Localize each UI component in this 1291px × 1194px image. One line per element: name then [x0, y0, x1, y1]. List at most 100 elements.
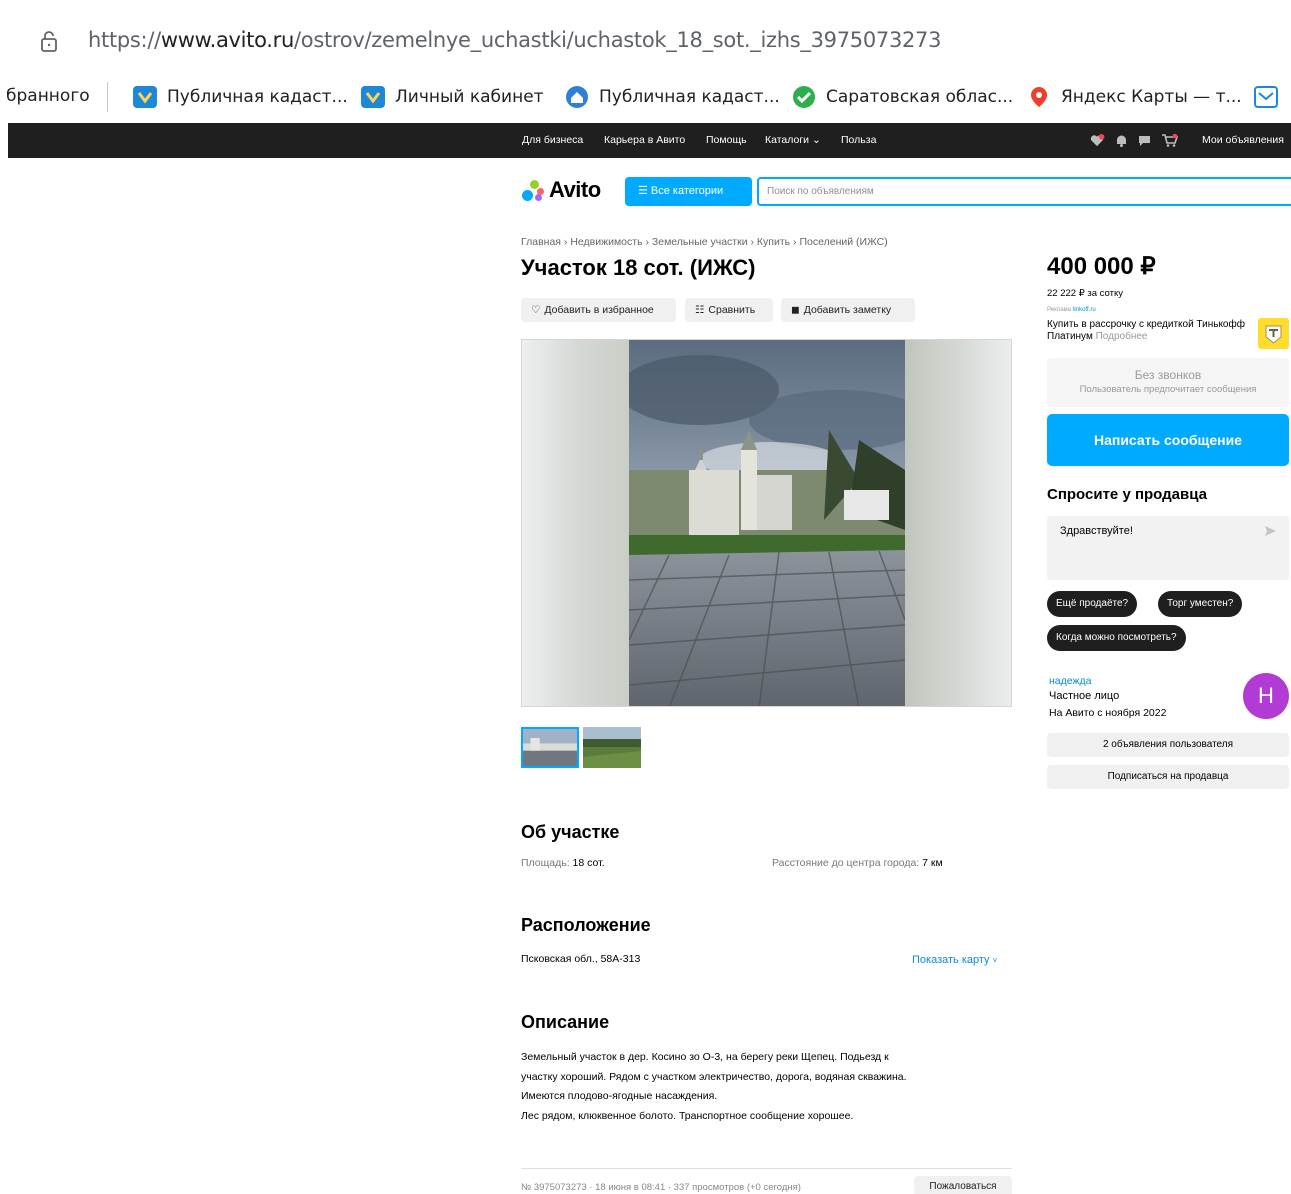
write-message-button[interactable]: Написать сообщение: [1047, 414, 1289, 466]
seller-ads-button[interactable]: 2 объявления пользователя: [1047, 733, 1289, 757]
bookmark-label: бранного: [6, 86, 90, 106]
add-note-button[interactable]: ◼ Добавить заметку: [781, 298, 915, 322]
seller-since: На Авито с ноября 2022: [1049, 707, 1167, 719]
bookmark-label: Публичная кадаст...: [167, 87, 348, 107]
bookmark-item[interactable]: Публичная кадаст...: [133, 86, 348, 108]
chat-icon[interactable]: [1138, 134, 1151, 147]
search-input[interactable]: Поиск по объявлениям: [757, 177, 1291, 206]
breadcrumb-item[interactable]: Главная: [521, 236, 561, 248]
topbar-link-catalogs[interactable]: Каталоги ⌄: [765, 134, 821, 146]
quick-question-chip[interactable]: Ещё продаёте?: [1047, 591, 1138, 617]
check-circle-icon: [793, 86, 815, 108]
kadastr-icon: [361, 86, 385, 108]
topbar-catalogs-label: Каталоги: [765, 134, 810, 146]
seller-type: Частное лицо: [1049, 690, 1120, 702]
compare-button[interactable]: ☷ Сравнить: [685, 298, 773, 322]
cart-icon[interactable]: [1162, 134, 1178, 147]
avito-logo[interactable]: Avito: [521, 177, 601, 203]
complain-button[interactable]: Пожаловаться: [914, 1176, 1012, 1194]
globe-home-icon: [566, 86, 588, 108]
ad-text[interactable]: Купить в рассрочку с кредиткой Тинькофф …: [1047, 319, 1247, 343]
tinkoff-logo-icon[interactable]: [1258, 318, 1289, 349]
ad-more-link[interactable]: Подробнее: [1096, 331, 1148, 342]
bookmark-item[interactable]: бранного: [6, 86, 90, 106]
no-calls-subtitle: Пользователь предпочитает сообщения: [1079, 384, 1257, 395]
topbar-link-help[interactable]: Помощь: [706, 134, 747, 146]
bookmark-item[interactable]: Саратовская облас...: [792, 86, 1013, 108]
send-icon[interactable]: [1263, 524, 1277, 538]
mail-icon[interactable]: [1254, 86, 1278, 108]
param-distance: Расстояние до центра города: 7 км: [772, 857, 943, 869]
quick-question-chip[interactable]: Торг уместен?: [1158, 591, 1243, 617]
all-categories-button[interactable]: ☰ Все категории: [625, 177, 752, 206]
param-distance-value: 7 км: [922, 857, 943, 869]
param-area: Площадь: 18 сот.: [521, 857, 605, 869]
avito-topbar: Для бизнеса Карьера в Авито Помощь Катал…: [8, 123, 1291, 158]
bookmark-label: Публичная кадаст...: [599, 87, 780, 107]
description-heading: Описание: [521, 1012, 610, 1032]
lock-icon[interactable]: [40, 30, 58, 52]
quick-question-chip[interactable]: Когда можно посмотреть?: [1047, 625, 1186, 651]
description-line: Имеются плодово-ягодные насаждения.: [521, 1090, 718, 1102]
price-per-unit: 22 222 ₽ за сотку: [1047, 288, 1123, 299]
topbar-link-business[interactable]: Для бизнеса: [522, 134, 583, 146]
heart-icon[interactable]: [1089, 134, 1105, 147]
url-domain: www.avito.ru: [160, 28, 295, 52]
divider: [521, 1168, 1012, 1169]
avatar[interactable]: Н: [1243, 673, 1289, 719]
note-icon: ◼: [791, 304, 800, 316]
param-area-value: 18 сот.: [572, 857, 605, 869]
compare-label: Сравнить: [708, 304, 756, 316]
bell-icon[interactable]: [1115, 134, 1128, 147]
gallery-thumbnail[interactable]: [583, 727, 641, 768]
location-heading: Расположение: [521, 915, 651, 935]
bookmark-label: Личный кабинет: [395, 87, 544, 107]
ad-label: Реклама tinkoff.ru: [1047, 307, 1096, 313]
bookmark-label: Яндекс Карты — т...: [1061, 87, 1242, 107]
bookmark-label: Саратовская облас...: [826, 87, 1014, 107]
show-map-link[interactable]: Показать карту ˅: [912, 954, 997, 966]
bookmarks-separator: [107, 82, 108, 112]
gallery-blur-right: [904, 340, 1011, 706]
compare-icon: ☷: [695, 304, 705, 316]
bookmark-item[interactable]: Яндекс Карты — т...: [1027, 86, 1242, 108]
favorites-label: Добавить в избранное: [544, 304, 654, 316]
description-text: Земельный участок в дер. Косино зо О-3, …: [521, 1048, 1001, 1126]
note-label: Добавить заметку: [803, 304, 892, 316]
breadcrumb-item[interactable]: Поселений (ИЖС): [799, 236, 887, 248]
breadcrumb: Главная › Недвижимость › Земельные участ…: [521, 236, 888, 248]
url-path: /ostrov/zemelnye_uchastki/uchastok_18_so…: [294, 28, 942, 52]
topbar-link-benefit[interactable]: Польза: [841, 134, 876, 146]
bookmark-item[interactable]: Личный кабинет: [361, 86, 544, 108]
ask-seller-input[interactable]: Здравствуйте!: [1047, 516, 1289, 580]
kadastr-icon: [133, 86, 157, 108]
breadcrumb-item[interactable]: Земельные участки: [652, 236, 748, 248]
gallery-blur-left: [522, 340, 629, 706]
address-text: Псковская обл., 58А-313: [521, 953, 641, 965]
ad-label-text: Реклама: [1047, 307, 1072, 313]
search-placeholder: Поиск по объявлениям: [767, 186, 874, 197]
address-bar[interactable]: https://www.avito.ru/ostrov/zemelnye_uch…: [0, 18, 1291, 68]
bookmark-item[interactable]: Публичная кадаст...: [565, 86, 780, 108]
topbar-link-career[interactable]: Карьера в Авито: [604, 134, 685, 146]
about-heading: Об участке: [521, 822, 620, 842]
description-line: Земельный участок в дер. Косино зо О-3, …: [521, 1051, 889, 1063]
breadcrumb-item[interactable]: Недвижимость: [570, 236, 642, 248]
price: 400 000 ₽: [1047, 253, 1156, 280]
photo-gallery[interactable]: [521, 339, 1012, 707]
show-map-label: Показать карту: [912, 954, 990, 966]
listing-meta: № 3975073273 · 18 июня в 08:41 · 337 про…: [521, 1182, 801, 1193]
page-title: Участок 18 сот. (ИЖС): [521, 255, 756, 280]
subscribe-seller-button[interactable]: Подписаться на продавца: [1047, 765, 1289, 789]
breadcrumb-item[interactable]: Купить: [757, 236, 790, 248]
add-to-favorites-button[interactable]: ♡ Добавить в избранное: [521, 298, 676, 322]
main-photo[interactable]: [629, 340, 905, 707]
avito-logo-dots-icon: [521, 179, 545, 201]
topbar-my-ads[interactable]: Мои объявления: [1202, 134, 1284, 146]
gallery-thumbnail[interactable]: [521, 727, 579, 768]
ad-source[interactable]: tinkoff.ru: [1073, 307, 1096, 313]
heart-outline-icon: ♡: [531, 304, 541, 316]
seller-name-link[interactable]: надежда: [1049, 675, 1091, 687]
url-text[interactable]: https://www.avito.ru/ostrov/zemelnye_uch…: [88, 28, 941, 52]
categories-label: Все категории: [650, 185, 724, 197]
